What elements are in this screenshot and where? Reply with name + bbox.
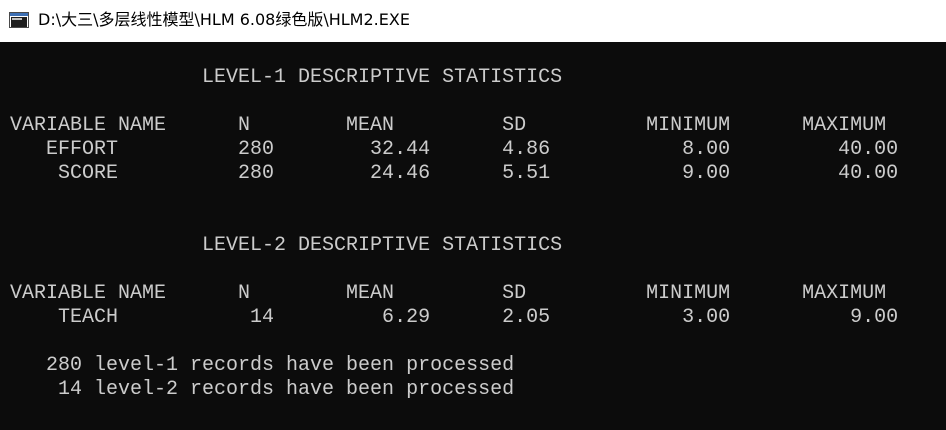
console-window-icon: [9, 12, 29, 28]
level1-heading: LEVEL-1 DESCRIPTIVE STATISTICS: [10, 66, 563, 89]
level1-records-message: 280 level-1 records have been processed: [10, 354, 515, 377]
level2-header-row: VARIABLE NAME N MEAN SD MINIMUM MAXIMUM: [10, 282, 887, 305]
level2-row-teach: TEACH 14 6.29 2.05 3.00 9.00: [10, 306, 899, 329]
console-output[interactable]: LEVEL-1 DESCRIPTIVE STATISTICS VARIABLE …: [0, 42, 946, 430]
level2-heading: LEVEL-2 DESCRIPTIVE STATISTICS: [10, 234, 563, 257]
console-window: D:\大三\多层线性模型\HLM 6.08绿色版\HLM2.EXE LEVEL-…: [0, 0, 946, 430]
level2-records-message: 14 level-2 records have been processed: [10, 378, 515, 401]
title-bar[interactable]: D:\大三\多层线性模型\HLM 6.08绿色版\HLM2.EXE: [0, 0, 946, 42]
level1-row-effort: EFFORT 280 32.44 4.86 8.00 40.00: [10, 138, 899, 161]
level1-row-score: SCORE 280 24.46 5.51 9.00 40.00: [10, 162, 899, 185]
level1-header-row: VARIABLE NAME N MEAN SD MINIMUM MAXIMUM: [10, 114, 887, 137]
window-title: D:\大三\多层线性模型\HLM 6.08绿色版\HLM2.EXE: [38, 10, 410, 29]
